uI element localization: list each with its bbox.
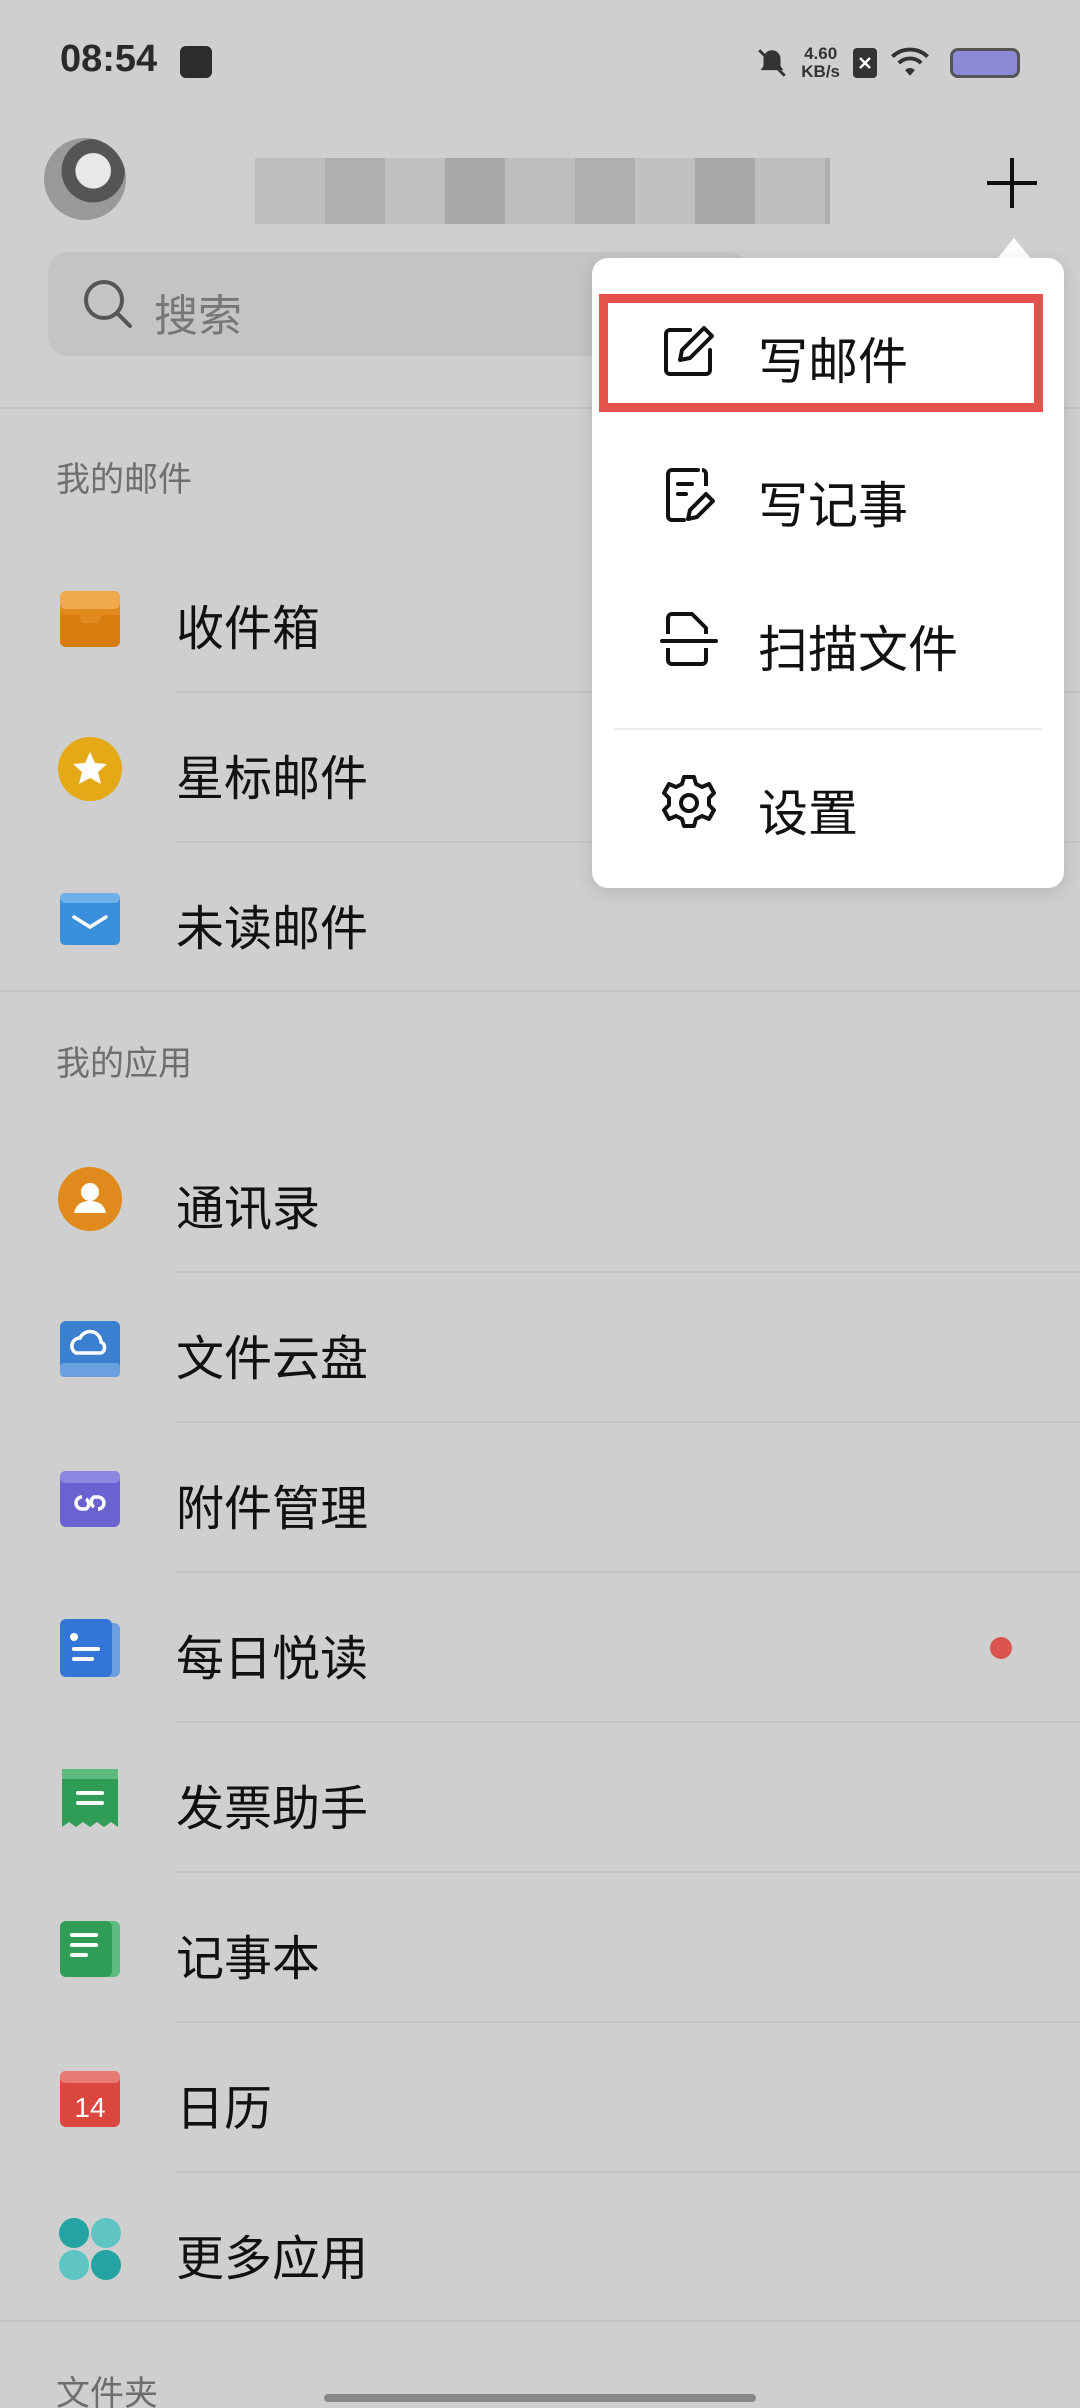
add-button[interactable] — [982, 152, 1042, 212]
calendar-day: 14 — [74, 2092, 105, 2123]
settings-gear-icon — [662, 775, 716, 828]
unread-mail-icon — [60, 893, 120, 945]
popup-arrow — [996, 238, 1032, 260]
avatar[interactable] — [44, 138, 126, 220]
list-item-daily-reading[interactable]: 每日悦读 — [0, 1573, 1080, 1723]
list-item-label: 每日悦读 — [176, 1631, 369, 1687]
list-item-label: 未读邮件 — [176, 901, 369, 957]
menu-item-scan-document[interactable]: 扫描文件 — [592, 568, 1064, 708]
highlight-box — [599, 294, 1043, 412]
list-item-label: 更多应用 — [176, 2231, 369, 2287]
menu-item-write-note[interactable]: 写记事 — [592, 424, 1064, 564]
list-item-cloud-drive[interactable]: 文件云盘 — [0, 1273, 1080, 1423]
more-apps-icon — [59, 2218, 121, 2280]
menu-item-label: 写记事 — [758, 477, 908, 535]
list-item-label: 发票助手 — [176, 1781, 369, 1837]
list-item-label: 记事本 — [176, 1931, 321, 1987]
list-item-label: 星标邮件 — [176, 751, 369, 807]
search-icon — [84, 280, 132, 328]
calendar-icon: 14 — [60, 2071, 120, 2127]
net-speed-value: 4.60 — [804, 44, 838, 63]
list-item-label: 日历 — [176, 2081, 273, 2137]
menu-item-settings[interactable]: 设置 — [592, 732, 1064, 872]
list-item-more-apps[interactable]: 更多应用 — [0, 2173, 1080, 2323]
list-item-contacts[interactable]: 通讯录 — [0, 1123, 1080, 1273]
list-item-notebook[interactable]: 记事本 — [0, 1873, 1080, 2023]
write-note-icon — [666, 468, 715, 522]
section-title-my-apps: 我的应用 — [56, 1044, 192, 1084]
search-placeholder: 搜索 — [154, 291, 242, 342]
section-divider — [0, 990, 1080, 992]
list-item-calendar[interactable]: 14 日历 — [0, 2023, 1080, 2173]
attachment-icon — [60, 1471, 120, 1527]
list-item-label: 通讯录 — [176, 1181, 321, 1237]
list-item-label: 收件箱 — [176, 601, 321, 657]
app-notification-icon — [180, 46, 212, 78]
contacts-icon — [58, 1167, 122, 1231]
status-time: 08:54 — [60, 38, 158, 80]
section-title-folders: 文件夹 — [56, 2374, 158, 2408]
notification-badge — [990, 1637, 1012, 1659]
account-name-blurred — [255, 158, 830, 224]
net-speed-unit: KB/s — [801, 62, 840, 81]
menu-item-label: 扫描文件 — [758, 621, 958, 679]
menu-divider — [614, 728, 1042, 730]
wifi-icon — [891, 47, 929, 76]
invoice-icon — [62, 1769, 118, 1827]
list-item-label: 附件管理 — [176, 1481, 369, 1537]
no-sim-icon — [853, 48, 877, 78]
home-indicator[interactable] — [324, 2394, 756, 2402]
status-icons: 4.60 KB/s — [755, 38, 1020, 88]
list-item-invoice[interactable]: 发票助手 — [0, 1723, 1080, 1873]
battery-icon — [950, 48, 1020, 78]
scan-document-icon — [660, 612, 718, 666]
header — [0, 120, 1080, 260]
mute-bell-icon — [758, 49, 787, 77]
status-bar: 08:54 4.60 KB/s — [0, 0, 1080, 120]
section-divider — [0, 2320, 1080, 2322]
list-item-label: 文件云盘 — [176, 1331, 369, 1387]
list-item-attachments[interactable]: 附件管理 — [0, 1423, 1080, 1573]
section-title-my-mail: 我的邮件 — [56, 460, 192, 500]
inbox-icon — [60, 591, 120, 647]
star-icon — [58, 737, 122, 801]
notebook-icon — [60, 1921, 120, 1977]
network-speed: 4.60 KB/s — [801, 45, 840, 81]
daily-reading-icon — [60, 1619, 120, 1677]
cloud-drive-icon — [60, 1321, 120, 1377]
menu-item-label: 设置 — [758, 785, 858, 843]
